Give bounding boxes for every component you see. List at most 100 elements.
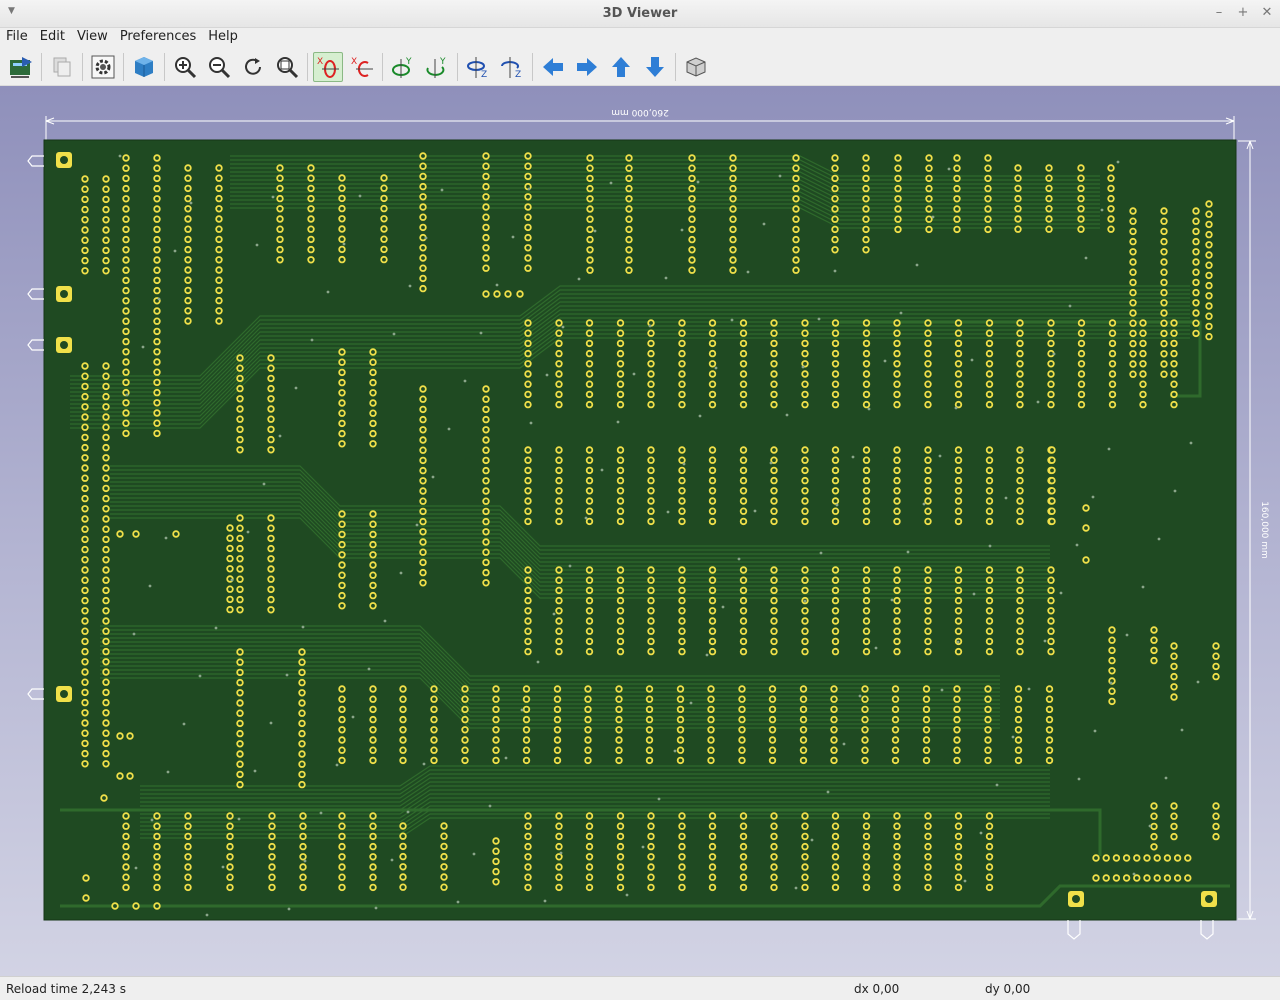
- rotate-x-ccw-button[interactable]: X: [347, 52, 377, 82]
- pad: [707, 756, 715, 765]
- pad: [708, 370, 717, 378]
- pad: [555, 319, 563, 327]
- pad: [678, 476, 686, 485]
- zoom-out-button[interactable]: [204, 52, 234, 82]
- pad: [236, 435, 244, 444]
- move-up-button[interactable]: [606, 52, 636, 82]
- via: [1189, 441, 1193, 445]
- pad: [924, 637, 932, 646]
- pad: [102, 545, 110, 554]
- pad: [625, 154, 633, 162]
- redraw-button[interactable]: [238, 52, 268, 82]
- via: [689, 701, 693, 705]
- pad: [585, 812, 594, 820]
- pad: [647, 476, 655, 485]
- pad: [862, 225, 870, 234]
- pad: [492, 867, 500, 876]
- pad: [524, 637, 532, 646]
- pad: [482, 254, 490, 262]
- pad: [555, 390, 563, 399]
- menu-preferences[interactable]: Preferences: [114, 28, 202, 48]
- 3d-viewport[interactable]: 260,000 mm 160,000 mm: [0, 86, 1280, 976]
- menu-edit[interactable]: Edit: [34, 28, 71, 48]
- pad: [953, 715, 961, 724]
- pad: [801, 380, 809, 388]
- pad: [585, 586, 594, 595]
- pad: [924, 596, 932, 605]
- pad: [524, 319, 532, 327]
- pad: [369, 853, 377, 861]
- pad: [1108, 319, 1117, 327]
- settings-button[interactable]: [88, 52, 118, 82]
- svg-text:Y: Y: [439, 57, 446, 67]
- pad: [585, 400, 594, 409]
- pad: [1160, 350, 1168, 358]
- pad: [616, 822, 625, 830]
- via: [803, 599, 807, 603]
- move-down-button[interactable]: [640, 52, 670, 82]
- pad: [1014, 205, 1022, 213]
- pad: [524, 873, 532, 881]
- via: [367, 667, 371, 671]
- via: [141, 345, 145, 349]
- move-left-button[interactable]: [538, 52, 568, 82]
- pad: [236, 658, 244, 666]
- copy-image-button[interactable]: [47, 52, 77, 82]
- pad: [953, 726, 961, 734]
- pad: [1077, 390, 1086, 399]
- pad: [708, 812, 717, 820]
- reload-board-button[interactable]: [6, 52, 36, 82]
- menu-view[interactable]: View: [71, 28, 114, 48]
- via: [1116, 160, 1120, 164]
- via: [666, 510, 670, 514]
- rotate-z-cw-button[interactable]: Z: [463, 52, 493, 82]
- pad: [738, 726, 746, 734]
- menu-file[interactable]: File: [0, 28, 34, 48]
- pad: [1153, 874, 1161, 882]
- close-icon[interactable]: ✕: [1260, 4, 1274, 22]
- pad: [1170, 822, 1178, 831]
- pad: [924, 607, 932, 615]
- pad: [739, 507, 748, 515]
- pad: [522, 705, 531, 714]
- pad: [102, 709, 110, 717]
- pad: [122, 235, 130, 244]
- via: [632, 372, 636, 376]
- pad: [338, 602, 346, 610]
- rotate-z-ccw-button[interactable]: Z: [497, 52, 527, 82]
- via: [753, 509, 757, 513]
- move-right-button[interactable]: [572, 52, 602, 82]
- pcb-render[interactable]: 260,000 mm 160,000 mm: [0, 86, 1280, 976]
- menu-help[interactable]: Help: [202, 28, 244, 48]
- pad: [770, 576, 778, 584]
- pad: [338, 822, 346, 830]
- pad: [81, 464, 89, 472]
- pad: [831, 456, 840, 464]
- orthographic-toggle-button[interactable]: [681, 52, 711, 82]
- pad: [862, 164, 870, 172]
- pad: [739, 476, 748, 485]
- pad: [215, 205, 223, 213]
- raytracing-button[interactable]: [129, 52, 159, 82]
- pad: [1139, 329, 1147, 337]
- pad: [770, 586, 778, 595]
- rotate-y-cw-button[interactable]: Y: [388, 52, 418, 82]
- pad: [799, 736, 808, 744]
- pad: [102, 484, 110, 493]
- pad: [1129, 227, 1137, 236]
- rotate-x-cw-button[interactable]: X: [313, 51, 343, 82]
- zoom-in-button[interactable]: [170, 52, 200, 82]
- pad: [102, 454, 110, 462]
- pad: [307, 184, 315, 193]
- pad: [585, 517, 594, 526]
- minimize-icon[interactable]: –: [1212, 4, 1226, 22]
- pad: [924, 842, 932, 851]
- pad: [1014, 726, 1023, 734]
- maximize-icon[interactable]: +: [1236, 4, 1250, 22]
- pad: [954, 390, 963, 399]
- rotate-y-ccw-button[interactable]: Y: [422, 52, 452, 82]
- pad: [482, 415, 490, 424]
- zoom-fit-button[interactable]: [272, 52, 302, 82]
- pad: [616, 487, 625, 495]
- pad: [893, 607, 901, 615]
